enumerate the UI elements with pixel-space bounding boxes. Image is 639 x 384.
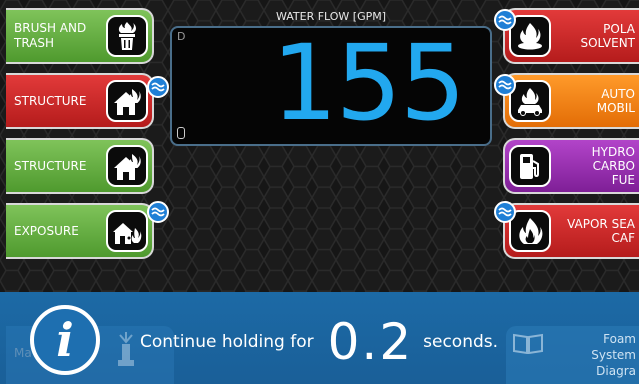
hold-message-prefix: Continue holding for (140, 332, 314, 352)
foam-system-diagram-label: Foam System Diagra (591, 332, 636, 378)
hold-message-suffix: seconds. (423, 332, 499, 352)
preset-label: HYDRO CARBO FUE (591, 145, 635, 187)
preset-label: STRUCTURE (14, 93, 87, 108)
house-fire-icon (106, 80, 148, 122)
water-flow-display[interactable]: D 155 (170, 22, 492, 146)
preset-automobile[interactable]: AUTO MOBIL (503, 73, 639, 129)
preset-polar-solvent[interactable]: POLA SOLVENT (503, 8, 639, 64)
left-bottom-label: Ma (14, 346, 32, 360)
preset-label: STRUCTURE (14, 158, 87, 173)
nozzle-icon (116, 332, 136, 380)
info-icon: i (30, 305, 100, 375)
preset-hydrocarbon-fuel[interactable]: HYDRO CARBO FUE (503, 138, 639, 194)
foam-indicator-icon (147, 201, 169, 223)
house-fire-icon (106, 145, 148, 187)
vapor-seal-fire-icon (509, 210, 551, 252)
preset-label: BRUSH AND TRASH (14, 21, 87, 50)
preset-brush-and-trash[interactable]: BRUSH AND TRASH (6, 8, 154, 64)
preset-label: VAPOR SEA CAF (567, 217, 635, 245)
preset-label: AUTO MOBIL (596, 87, 635, 115)
hold-countdown-value: 0.2 (327, 313, 414, 371)
preset-exposure[interactable]: EXPOSURE (6, 203, 154, 259)
foam-indicator-icon (494, 74, 516, 96)
preset-structure-foam[interactable]: STRUCTURE (6, 73, 154, 129)
hold-message: Continue holding for 0.2 seconds. (140, 313, 499, 371)
preset-label: EXPOSURE (14, 223, 79, 238)
display-mark: D (177, 30, 186, 43)
preset-structure[interactable]: STRUCTURE (6, 138, 154, 194)
preset-label: POLA SOLVENT (580, 22, 635, 50)
foam-indicator-icon (494, 201, 516, 223)
house-exposure-icon (106, 210, 148, 252)
trash-fire-icon (106, 15, 148, 57)
foam-indicator-icon (147, 76, 169, 98)
scroll-indicator-icon (177, 127, 185, 139)
book-icon (512, 332, 544, 358)
flow-value: 155 (271, 22, 466, 144)
preset-vapor-seal-caf[interactable]: VAPOR SEA CAF (503, 203, 639, 259)
foam-indicator-icon (494, 9, 516, 31)
fuel-pump-icon (509, 145, 551, 187)
